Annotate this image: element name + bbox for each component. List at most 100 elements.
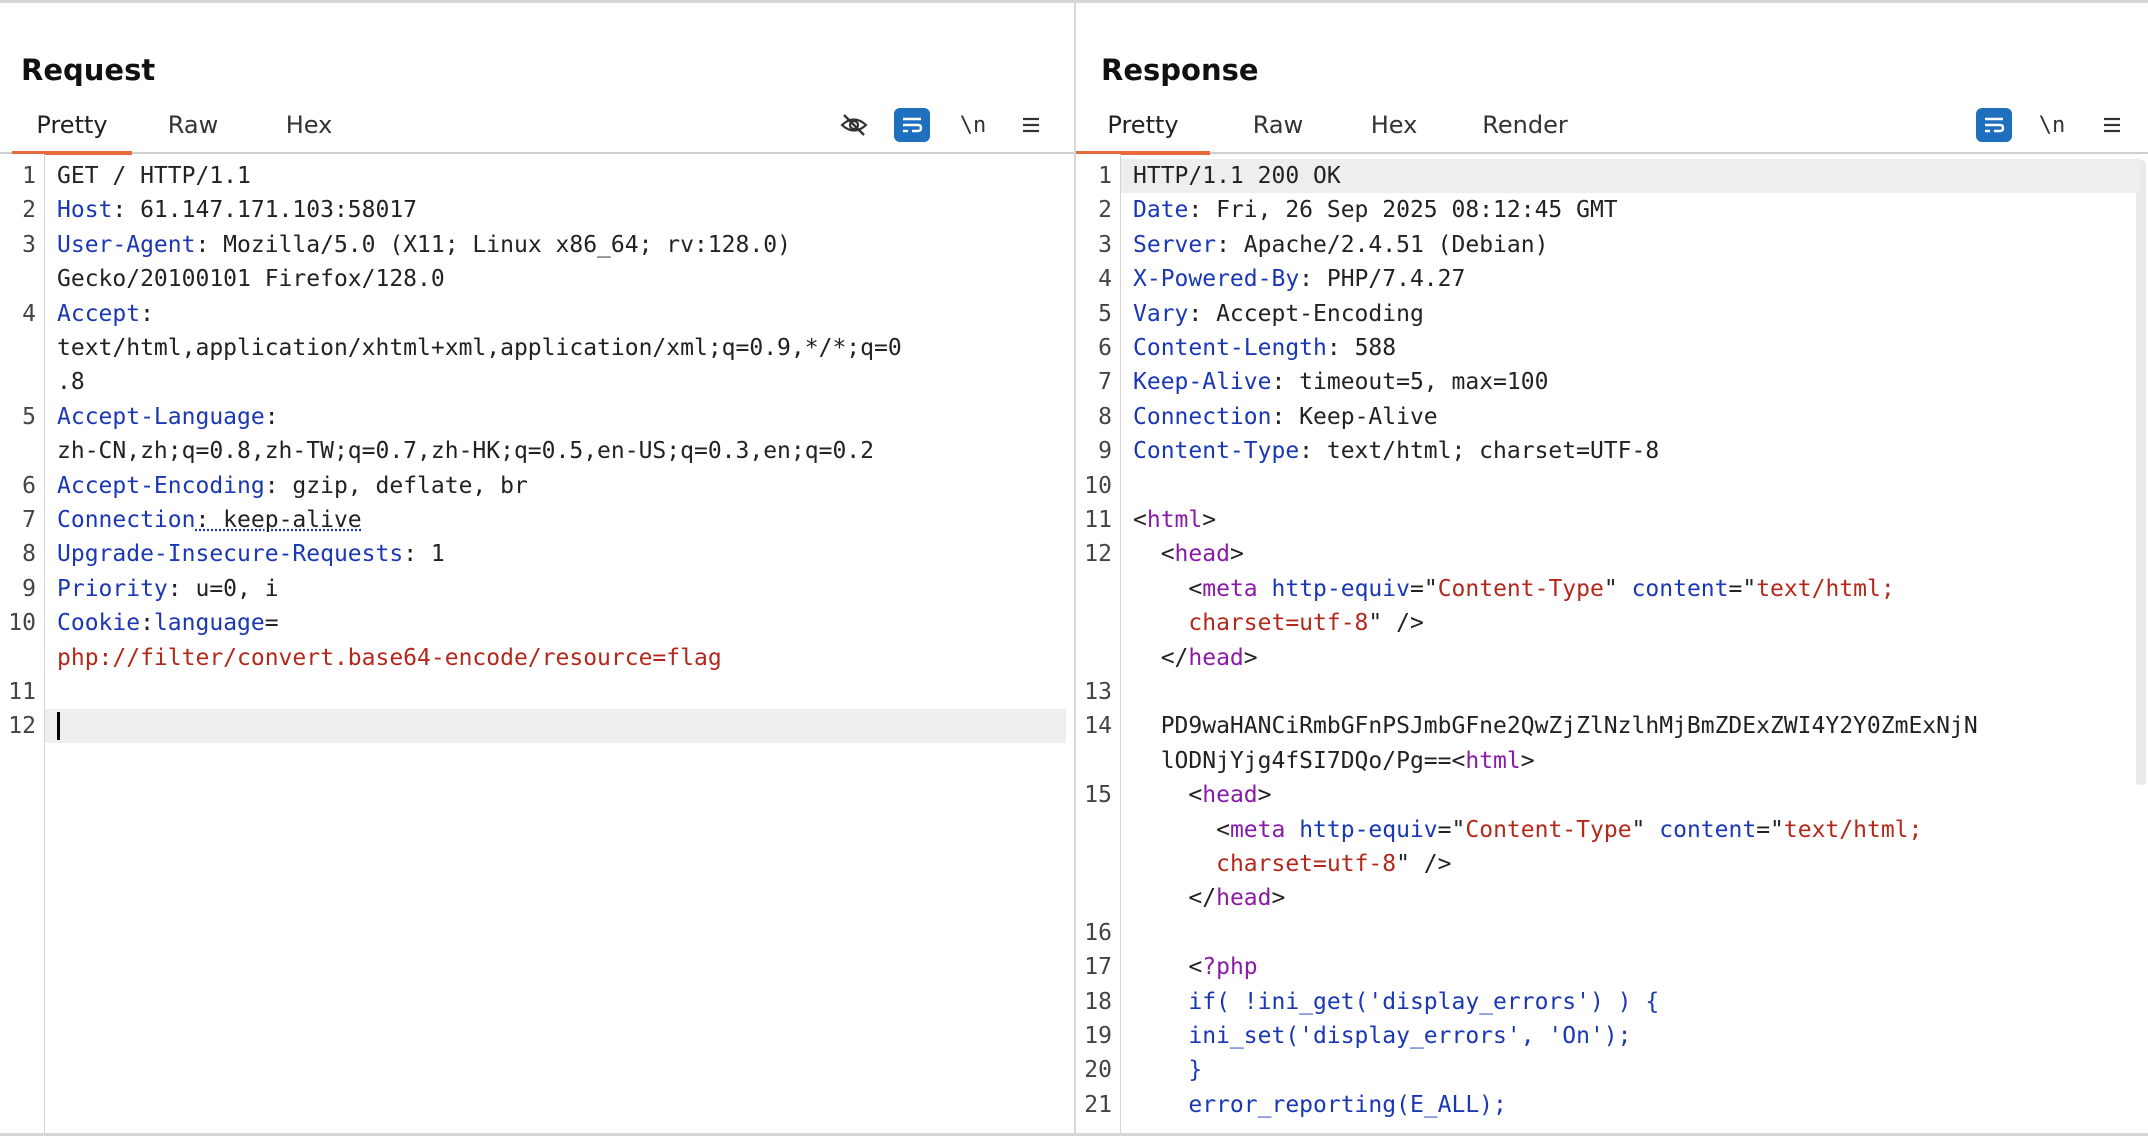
tab-raw[interactable]: Raw (1245, 111, 1311, 150)
code-token: =" (1728, 575, 1757, 602)
line-number: 2 (22, 197, 36, 224)
code-token: zh-CN,zh;q=0.8,zh-TW;q=0.7,zh-HK;q=0.5,e… (57, 438, 874, 465)
line-number: 9 (1098, 438, 1112, 465)
code-text: charset=utf-8" /> (1133, 606, 1424, 640)
code-token: } (1133, 1057, 1203, 1084)
code-line: php://filter/convert.base64-encode/resou… (0, 641, 1074, 675)
code-token: Accept-Encoding (57, 472, 265, 499)
code-token: Upgrade-Insecure-Requests (57, 541, 404, 568)
code-line: 16 (1076, 916, 2148, 950)
code-line: </head> (1076, 881, 2148, 915)
code-line: zh-CN,zh;q=0.8,zh-TW;q=0.7,zh-HK;q=0.5,e… (0, 434, 1074, 468)
code-text: .8 (57, 365, 85, 399)
request-editor[interactable]: 1 GET / HTTP/1.1 2 Host: 61.147.171.103:580… (0, 154, 1074, 1136)
tab-render[interactable]: Render (1478, 111, 1572, 150)
code-text: text/html,application/xhtml+xml,applicat… (57, 331, 902, 365)
code-token: Host (57, 197, 113, 224)
code-line: 11 (0, 675, 1074, 709)
code-line: 9 Priority: u=0, i (0, 572, 1074, 606)
tab-pretty[interactable]: Pretty (1076, 111, 1210, 155)
code-token: content (1659, 816, 1757, 843)
code-token: http-equiv (1299, 816, 1438, 843)
code-token: head (1216, 885, 1272, 912)
code-token: Gecko/20100101 Firefox/128.0 (57, 266, 445, 293)
code-token: text/html,application/xhtml+xml,applicat… (57, 335, 902, 361)
code-text: zh-CN,zh;q=0.8,zh-TW;q=0.7,zh-HK;q=0.5,e… (57, 434, 874, 468)
code-token: Cookie (57, 610, 141, 637)
code-text: Cookie:language= (57, 606, 279, 640)
code-line: 5 Accept-Language: (0, 400, 1074, 434)
code-token: text/html; (1756, 575, 1895, 602)
code-token: </ (1133, 885, 1217, 912)
word-wrap-icon[interactable] (894, 108, 930, 142)
tab-hex[interactable]: Hex (1365, 111, 1423, 150)
code-token: " /> (1396, 851, 1452, 877)
code-token: head (1188, 644, 1244, 671)
code-token: charset=utf-8 (1216, 851, 1397, 877)
line-number: 5 (22, 403, 36, 430)
code-line: text/html,application/xhtml+xml,applicat… (0, 331, 1074, 365)
code-line: 1 GET / HTTP/1.1 (0, 159, 1074, 193)
code-text: Accept-Language: (57, 400, 279, 434)
code-line: 4 Accept: (0, 297, 1074, 331)
code-token: : text/html; charset=UTF-8 (1299, 438, 1660, 465)
line-number: 14 (1084, 713, 1112, 740)
tab-hex[interactable]: Hex (280, 111, 338, 150)
tab-pretty[interactable]: Pretty (12, 111, 132, 155)
code-token: Accept-Language (57, 403, 265, 430)
newline-toggle-button[interactable]: \n (2034, 108, 2070, 142)
menu-icon[interactable] (2094, 108, 2130, 142)
code-line: 6 Accept-Encoding: gzip, deflate, br (0, 469, 1074, 503)
code-line: 21 error_reporting(E_ALL); (1076, 1088, 2148, 1122)
code-line: 11 <html> (1076, 503, 2148, 537)
code-line: .8 (0, 365, 1074, 399)
code-token: Server (1133, 231, 1217, 258)
code-token: HTTP/1.1 200 OK (1133, 163, 1341, 189)
code-line: 12 (0, 709, 1074, 743)
code-text: Accept: (57, 297, 154, 331)
code-text: Vary: Accept-Encoding (1133, 297, 1424, 331)
code-line: 6 Content-Length: 588 (1076, 331, 2148, 365)
code-line: 8 Connection: Keep-Alive (1076, 400, 2148, 434)
code-text: <html> (1133, 503, 1216, 537)
code-token: : (264, 403, 279, 430)
line-number: 20 (1084, 1057, 1112, 1084)
code-token: : gzip, deflate, br (264, 472, 528, 499)
code-line: 2 Date: Fri, 26 Sep 2025 08:12:45 GMT (1076, 193, 2148, 227)
code-token: http-equiv (1271, 575, 1410, 602)
code-line: 3 User-Agent: Mozilla/5.0 (X11; Linux x86… (0, 228, 1074, 262)
code-text: </head> (1133, 641, 1258, 675)
word-wrap-icon[interactable] (1976, 108, 2012, 142)
code-text: Host: 61.147.171.103:58017 (57, 193, 417, 227)
line-number: 18 (1084, 988, 1112, 1015)
code-line: charset=utf-8" /> (1076, 606, 2148, 640)
code-text: <head> (1133, 537, 1244, 571)
line-number: 8 (1098, 403, 1112, 430)
line-number: 5 (1098, 300, 1112, 327)
code-token: language (153, 610, 265, 637)
menu-icon[interactable] (1013, 108, 1049, 142)
tab-raw[interactable]: Raw (160, 111, 226, 150)
code-line: <meta http-equiv="Content-Type" content=… (1076, 572, 2148, 606)
code-token: charset=utf-8 (1188, 610, 1369, 637)
code-token: Connection (1133, 403, 1272, 430)
code-line: </head> (1076, 641, 2148, 675)
code-line: 5 Vary: Accept-Encoding (1076, 297, 2148, 331)
line-number: 10 (8, 610, 36, 637)
code-line: 7 Keep-Alive: timeout=5, max=100 (1076, 365, 2148, 399)
newline-toggle-button[interactable]: \n (955, 108, 991, 142)
code-token: Accept (57, 300, 141, 327)
code-text: <head> (1133, 778, 1271, 812)
code-text: HTTP/1.1 200 OK (1133, 159, 1341, 193)
code-line: 8 Upgrade-Insecure-Requests: 1 (0, 537, 1074, 571)
response-editor[interactable]: 1 HTTP/1.1 200 OK 2 Date: Fri, 26 Sep 2025 … (1076, 154, 2148, 1136)
code-token: " /> (1368, 610, 1424, 637)
code-line: charset=utf-8" /> (1076, 847, 2148, 881)
code-line: 10 (1076, 469, 2148, 503)
code-token: GET / HTTP/1.1 (57, 163, 251, 189)
code-text: Gecko/20100101 Firefox/128.0 (57, 262, 445, 296)
code-token: Content-Type (1437, 575, 1604, 602)
hide-nonprintable-icon[interactable] (836, 108, 872, 142)
line-number: 1 (1098, 163, 1112, 189)
code-token: : 1 (403, 541, 445, 568)
